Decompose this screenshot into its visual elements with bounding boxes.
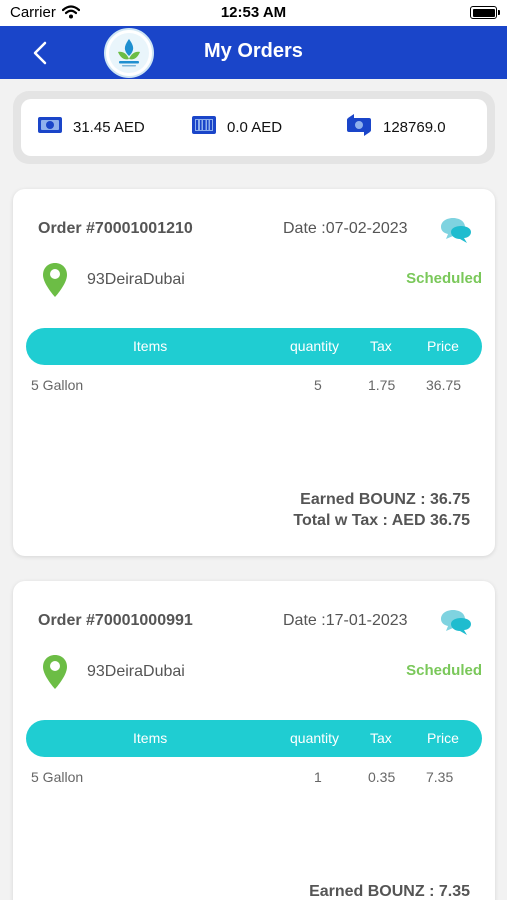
battery-icon — [470, 6, 500, 19]
clock: 12:53 AM — [220, 4, 287, 21]
chat-icon[interactable] — [439, 217, 473, 245]
earned-bounz: Earned BOUNZ : 36.75 — [300, 491, 470, 508]
wallet-cash: 31.45 AED — [37, 99, 145, 156]
wallet-panel: 31.45 AED 0.0 AED 128769.0 — [21, 99, 487, 156]
points-exchange-icon — [345, 114, 373, 141]
order-card[interactable]: Order #70001000991 Date :17-01-2023 93De… — [13, 581, 495, 900]
item-quantity: 5 — [314, 377, 322, 393]
order-number: Order #70001000991 — [38, 612, 193, 629]
order-date: Date :17-01-2023 — [283, 612, 408, 629]
location-pin-icon — [42, 262, 68, 298]
brand-logo — [104, 28, 154, 78]
col-price: Price — [427, 730, 459, 746]
order-address: 93DeiraDubai — [87, 271, 185, 288]
status-badge: Scheduled — [406, 270, 482, 287]
location-pin-icon — [42, 654, 68, 690]
page-title: My Orders — [204, 40, 303, 62]
item-tax: 1.75 — [368, 377, 396, 393]
col-quantity: quantity — [290, 338, 340, 354]
item-quantity: 1 — [314, 769, 322, 785]
item-tax: 0.35 — [368, 769, 396, 785]
back-arrow-icon[interactable] — [28, 40, 54, 66]
wallet-summary: 31.45 AED 0.0 AED 128769.0 — [13, 91, 495, 164]
order-number: Order #70001001210 — [38, 220, 193, 237]
earned-bounz: Earned BOUNZ : 7.35 — [309, 883, 470, 900]
col-price: Price — [427, 338, 459, 354]
total-with-tax: Total w Tax : AED 36.75 — [293, 512, 470, 529]
col-tax: Tax — [370, 338, 392, 354]
wallet-card: 0.0 AED — [191, 99, 282, 156]
col-items: Items — [133, 730, 168, 746]
col-items: Items — [133, 338, 168, 354]
item-price: 36.75 — [426, 377, 462, 393]
item-name: 5 Gallon — [31, 377, 84, 393]
cash-icon — [37, 116, 63, 139]
chat-icon[interactable] — [439, 609, 473, 637]
order-date: Date :07-02-2023 — [283, 220, 408, 237]
wallet-card-value: 0.0 AED — [227, 119, 283, 136]
wallet-points-value: 128769.0 — [383, 119, 446, 136]
table-row: 5 Gallon 5 1.75 36.75 — [26, 370, 482, 400]
status-bar: Carrier 12:53 AM — [0, 0, 507, 26]
table-row: 5 Gallon 1 0.35 7.35 — [26, 762, 482, 792]
barcode-card-icon — [191, 115, 217, 140]
items-table-header: Items quantity Tax Price — [26, 328, 482, 365]
status-badge: Scheduled — [406, 662, 482, 679]
items-table-header: Items quantity Tax Price — [26, 720, 482, 757]
col-quantity: quantity — [290, 730, 340, 746]
wallet-points: 128769.0 — [345, 99, 446, 156]
order-address: 93DeiraDubai — [87, 663, 185, 680]
nav-bar: My Orders — [0, 26, 507, 79]
col-tax: Tax — [370, 730, 392, 746]
order-card[interactable]: Order #70001001210 Date :07-02-2023 93De… — [13, 189, 495, 556]
item-name: 5 Gallon — [31, 769, 84, 785]
item-price: 7.35 — [426, 769, 454, 785]
wallet-cash-value: 31.45 AED — [73, 119, 145, 136]
